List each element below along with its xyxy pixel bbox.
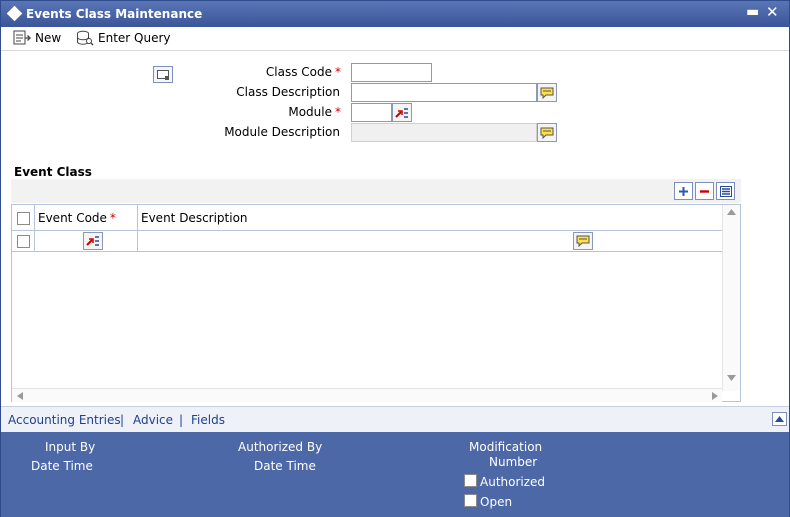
enter-query-label: Enter Query [98,31,171,45]
arrow-up-icon [775,416,784,422]
module-input[interactable] [351,103,392,122]
module-description-note-icon[interactable] [537,123,557,142]
window-title: Events Class Maintenance [26,7,203,21]
minus-icon [700,189,709,193]
open-checkbox-label: Open [480,495,513,509]
module-description-input [351,123,537,142]
enter-query-button[interactable]: Enter Query [76,30,171,46]
audit-footer: Input By Date Time Authorized By Date Ti… [1,432,789,517]
class-code-input[interactable] [351,63,432,82]
collapse-up-button[interactable] [772,412,787,426]
advice-link[interactable]: Advice [133,413,173,427]
fields-link[interactable]: Fields [191,413,225,427]
list-view-icon [719,185,732,197]
grid-header: Event Code * Event Description [12,205,722,231]
close-button[interactable]: ✕ [766,3,779,21]
class-code-label: Class Code * [265,65,341,79]
row-select-cell [12,231,35,252]
accounting-entries-link[interactable]: Accounting Entries [8,413,121,427]
module-description-label: Module Description [224,125,340,139]
event-description-cell[interactable] [138,231,722,252]
query-database-icon [77,30,94,46]
toolbar: New Enter Query [1,27,789,51]
scroll-up-icon[interactable] [727,209,736,215]
table-row [12,231,722,252]
authorized-date-time-label: Date Time [254,459,316,473]
event-class-grid: Event Code * Event Description [11,204,741,402]
event-class-section-title: Event Class [14,165,92,179]
select-all-checkbox[interactable] [16,211,30,225]
select-all-cell [12,205,35,231]
new-document-icon [13,30,31,45]
grid-vertical-scrollbar[interactable] [722,205,740,391]
open-checkbox[interactable] [464,494,477,507]
plus-icon [679,186,688,196]
event-description-column-header[interactable]: Event Description [138,205,722,231]
new-button[interactable]: New [13,30,61,46]
authorized-by-label: Authorized By [238,440,323,454]
delete-row-button[interactable] [695,182,714,200]
link-separator: | [179,413,184,427]
event-code-column-header[interactable]: Event Code * [35,205,138,231]
event-description-note-icon[interactable] [573,232,593,250]
form-collapse-icon[interactable] [153,66,173,83]
sub-screen-links-bar: Accounting Entries | Advice | Fields [1,406,789,432]
authorized-checkbox-label: Authorized [480,475,546,489]
event-code-cell[interactable] [35,231,138,252]
module-label: Module * [288,105,341,119]
input-by-label: Input By [45,440,96,454]
class-description-input[interactable] [351,83,537,102]
add-row-button[interactable] [674,182,693,200]
scroll-down-icon[interactable] [727,375,736,381]
minimize-button[interactable]: ▬ [746,4,759,20]
input-date-time-label: Date Time [31,459,93,473]
app-diamond-icon [6,5,23,22]
events-class-maintenance-window: Events Class Maintenance ▬ ✕ New Enter Q [0,0,790,517]
single-view-button[interactable] [716,182,735,200]
link-separator: | [120,413,125,427]
scroll-right-icon[interactable] [712,392,718,400]
authorized-checkbox[interactable] [464,474,477,487]
modification-number-label: Number [489,455,538,469]
modification-label: Modification [469,440,543,454]
module-lov-icon[interactable] [392,103,412,122]
class-description-note-icon[interactable] [537,83,557,102]
event-code-lov-icon[interactable] [83,232,103,250]
scroll-left-icon[interactable] [17,392,23,400]
grid-horizontal-scrollbar[interactable] [12,388,722,402]
title-bar: Events Class Maintenance ▬ ✕ [1,1,789,27]
row-checkbox[interactable] [16,235,30,248]
new-button-label: New [35,31,62,45]
event-class-grid-toolbar [11,179,741,203]
class-description-label: Class Description [236,85,340,99]
